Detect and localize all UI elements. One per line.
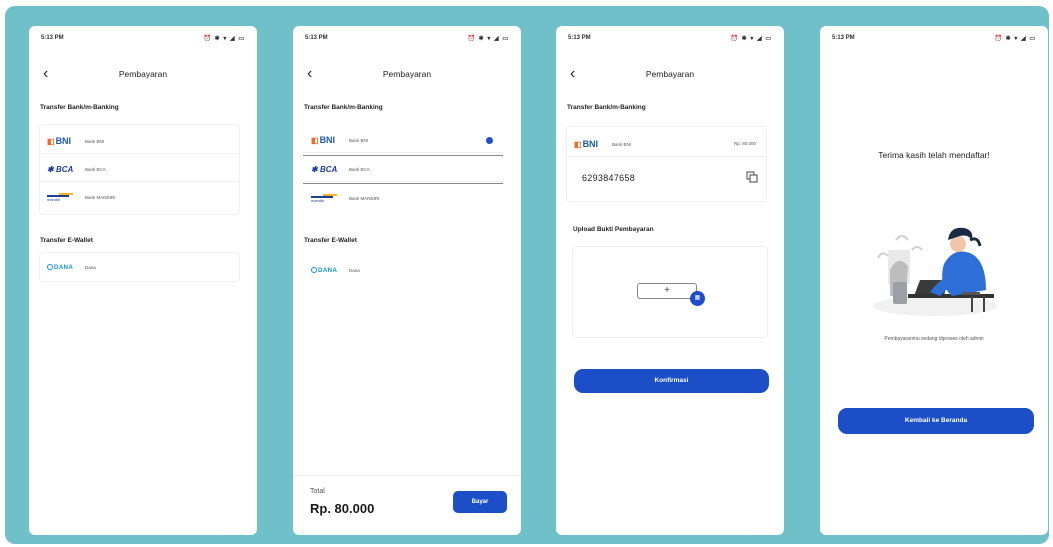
status-time: 5:13 PM (568, 35, 591, 41)
phone-screen-payment-selected: 5:13 PM ⏰ ✱ ▾ ◢ ▭ ‹ Pembayaran Transfer … (293, 26, 521, 535)
phone-screen-upload-proof: 5:13 PM ⏰ ✱ ▾ ◢ ▭ ‹ Pembayaran Transfer … (556, 26, 784, 535)
bni-logo-icon: ◧BNI (47, 136, 72, 146)
selected-radio-icon (486, 137, 493, 144)
bni-logo-icon: ◧BNI (311, 135, 336, 145)
bank-option-bca[interactable]: ✱ BCA Bank BCA (39, 157, 239, 182)
section-ewallet: Transfer E-Wallet (40, 237, 93, 244)
showcase-background: 5:13 PM ⏰ ✱ ▾ ◢ ▭ ‹ Pembayaran Transfer … (5, 6, 1049, 544)
bank-option-bca[interactable]: ✱ BCA Bank BCA (303, 157, 503, 182)
pay-button[interactable]: Bayar (453, 491, 507, 513)
mandiri-logo-icon: mandiri (47, 193, 81, 202)
status-bar: 5:13 PM ⏰ ✱ ▾ ◢ ▭ (305, 35, 509, 45)
wallet-name: Dana (349, 268, 360, 273)
divider (303, 155, 503, 156)
back-to-home-button[interactable]: Kembali ke Beranda (838, 408, 1034, 434)
section-bank-transfer: Transfer Bank/m-Banking (304, 104, 383, 111)
copy-icon[interactable] (746, 171, 758, 183)
status-bar: 5:13 PM ⏰ ✱ ▾ ◢ ▭ (832, 35, 1036, 45)
bank-option-mandiri[interactable]: mandiri Bank MANDIRI (39, 185, 239, 210)
upload-plus-box[interactable]: + (637, 283, 697, 299)
mandiri-logo-icon: mandiri (311, 194, 345, 203)
section-ewallet: Transfer E-Wallet (304, 237, 357, 244)
phone-screen-thank-you: 5:13 PM ⏰ ✱ ▾ ◢ ▭ Terima kasih telah men… (820, 26, 1048, 535)
status-icons: ⏰ ✱ ▾ ◢ ▭ (467, 36, 509, 42)
bank-name: Bank BCA (349, 166, 370, 172)
bank-name: Bank BNI (612, 141, 632, 147)
divider (303, 183, 503, 184)
person-at-laptop-illustration (873, 227, 997, 316)
payment-amount: Rp. 80.000 (733, 141, 756, 146)
section-bank-transfer: Transfer Bank/m-Banking (40, 104, 119, 111)
status-time: 5:13 PM (305, 35, 328, 41)
app-bar: ‹ Pembayaran (556, 66, 784, 86)
confirm-button[interactable]: Konfirmasi (574, 369, 769, 393)
wallet-option-dana[interactable]: DANA Dana (303, 258, 503, 283)
thank-you-title: Terima kasih telah mendaftar! (878, 150, 990, 160)
app-bar: ‹ Pembayaran (29, 66, 257, 86)
bank-name: Bank MANDIRI (85, 195, 116, 200)
app-bar: ‹ Pembayaran (293, 66, 521, 86)
total-amount: Rp. 80.000 (310, 501, 375, 516)
upload-section-label: Upload Bukti Pembayaran (573, 226, 654, 233)
status-time: 5:13 PM (832, 35, 855, 41)
section-bank-transfer: Transfer Bank/m-Banking (567, 104, 646, 111)
bank-name: Bank BNI (85, 138, 105, 144)
payment-pending-text: Pembayaranmu sedang diproses oleh admin (884, 336, 984, 342)
bank-option-bni[interactable]: ◧BNI Bank BNI (303, 128, 503, 153)
page-title: Pembayaran (118, 69, 168, 79)
dana-logo-icon: DANA (311, 267, 345, 274)
status-bar: 5:13 PM ⏰ ✱ ▾ ◢ ▭ (568, 35, 772, 45)
status-bar: 5:13 PM ⏰ ✱ ▾ ◢ ▭ (41, 35, 245, 45)
bank-name: Bank BNI (349, 137, 369, 143)
account-number: 6293847658 (582, 173, 636, 183)
wallet-name: Dana (85, 265, 96, 270)
wallet-option-dana[interactable]: DANA Dana (39, 255, 239, 280)
upload-image-icon: ▦ (690, 291, 705, 306)
page-title: Pembayaran (382, 69, 432, 79)
status-time: 5:13 PM (41, 35, 64, 41)
bca-logo-icon: ✱ BCA (47, 164, 74, 174)
selected-bank-row: ◧BNI Bank BNI Rp. 80.000 (566, 132, 766, 157)
upload-dropzone[interactable]: + ▦ (572, 246, 768, 338)
total-label: Total (310, 488, 325, 495)
phone-screen-payment-methods: 5:13 PM ⏰ ✱ ▾ ◢ ▭ ‹ Pembayaran Transfer … (29, 26, 257, 535)
status-icons: ⏰ ✱ ▾ ◢ ▭ (730, 36, 772, 42)
bca-logo-icon: ✱ BCA (311, 164, 338, 174)
bni-logo-icon: ◧BNI (574, 139, 599, 149)
page-title: Pembayaran (645, 69, 695, 79)
status-icons: ⏰ ✱ ▾ ◢ ▭ (994, 36, 1036, 42)
checkout-footer: Total Rp. 80.000 Bayar (293, 475, 521, 535)
bank-option-bni[interactable]: ◧BNI Bank BNI (39, 129, 239, 154)
bank-name: Bank BCA (85, 166, 106, 172)
status-icons: ⏰ ✱ ▾ ◢ ▭ (203, 36, 245, 42)
bank-option-mandiri[interactable]: mandiri Bank MANDIRI (303, 186, 503, 211)
bank-name: Bank MANDIRI (349, 196, 380, 201)
dana-logo-icon: DANA (47, 264, 81, 271)
